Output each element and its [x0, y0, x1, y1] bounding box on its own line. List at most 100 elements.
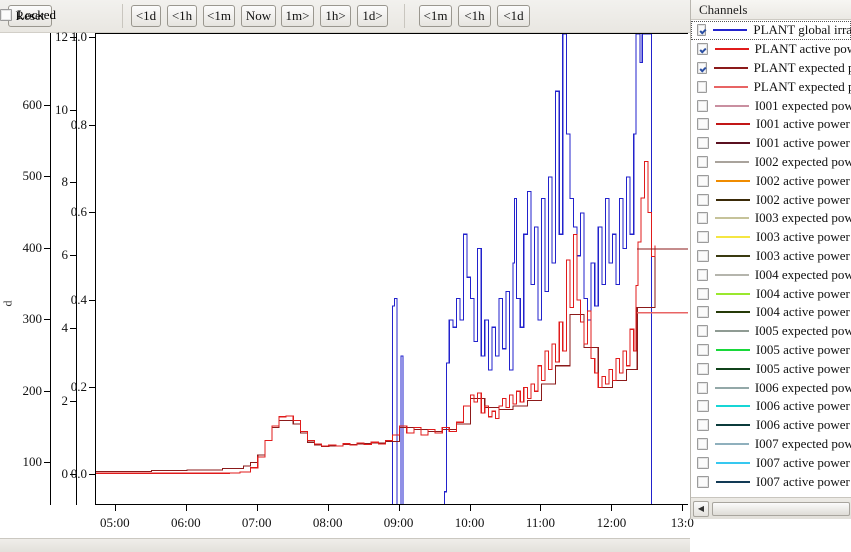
nav-back-1h-button[interactable]: <1h — [167, 5, 197, 27]
channel-checkbox[interactable] — [697, 456, 709, 469]
channels-horizontal-scrollbar[interactable]: ◀ — [691, 497, 851, 519]
zoom-out-1d-button[interactable]: <1d — [497, 5, 530, 27]
channel-row[interactable]: PLANT expected power — [691, 77, 851, 96]
channel-label: I001 active power — [756, 116, 850, 132]
y-tick — [70, 182, 76, 183]
zoom-out-1m-button[interactable]: <1m — [419, 5, 452, 27]
channel-checkbox[interactable] — [697, 118, 709, 131]
plot-frame[interactable] — [95, 33, 688, 505]
channel-color-swatch — [716, 292, 750, 295]
channel-checkbox[interactable] — [697, 231, 709, 244]
channel-checkbox[interactable] — [697, 249, 709, 262]
channel-color-swatch — [716, 123, 750, 126]
channel-row[interactable]: I006 expected power — [691, 378, 851, 397]
channel-label: I004 active power — [756, 285, 850, 301]
channel-checkbox[interactable] — [697, 400, 709, 413]
x-tick — [186, 505, 187, 511]
scrollbar-thumb[interactable] — [712, 501, 850, 516]
y-axis-label: 500 — [22, 168, 43, 184]
channel-label: I002 active power — [756, 191, 850, 207]
channel-checkbox[interactable] — [697, 43, 708, 56]
channel-color-swatch — [714, 217, 749, 220]
y-tick — [70, 401, 76, 402]
channel-checkbox[interactable] — [697, 287, 709, 300]
channel-row[interactable]: I002 expected power — [691, 153, 851, 172]
channel-row[interactable]: I002 active power — [691, 171, 851, 190]
status-bar — [0, 538, 690, 552]
channels-panel[interactable]: Channels PLANT global irradiance PLANT ac… — [690, 0, 851, 519]
channels-list[interactable]: PLANT global irradiance PLANT active powe… — [691, 21, 851, 497]
locked-label: Locked — [17, 7, 56, 22]
chart-area[interactable]: d 600 500 400 300 200 100 12 10 8 6 4 2 0 1.0 0.8 0.6 0.… — [0, 29, 694, 552]
channel-checkbox[interactable] — [697, 343, 709, 356]
channel-row[interactable]: I007 active power — [691, 472, 851, 491]
channel-row[interactable]: I007 active power — [691, 453, 851, 472]
channel-checkbox[interactable] — [697, 212, 708, 225]
y-axis-label: 100 — [22, 454, 43, 470]
nav-fwd-1d-button[interactable]: 1d> — [357, 5, 388, 27]
channel-row[interactable]: I003 expected power — [691, 209, 851, 228]
channel-checkbox[interactable] — [697, 362, 709, 375]
scroll-left-arrow-icon[interactable]: ◀ — [693, 500, 709, 517]
channel-checkbox[interactable] — [697, 155, 708, 168]
channel-row[interactable]: I001 active power — [691, 115, 851, 134]
channel-color-swatch — [713, 29, 748, 32]
channel-row[interactable]: I007 expected power — [691, 435, 851, 454]
channel-row[interactable]: I005 active power — [691, 359, 851, 378]
channel-color-swatch — [716, 311, 750, 314]
channel-checkbox[interactable] — [697, 80, 707, 93]
channel-label: I005 active power — [756, 360, 850, 376]
channel-row[interactable]: PLANT active power — [691, 40, 851, 59]
channel-row[interactable]: I005 active power — [691, 341, 851, 360]
channel-row[interactable]: PLANT global irradiance — [691, 21, 851, 40]
channel-row[interactable]: I006 active power — [691, 416, 851, 435]
channel-label: I007 active power — [756, 454, 850, 470]
channel-checkbox[interactable] — [697, 306, 709, 319]
x-axis-label: 05:00 — [100, 515, 130, 530]
channel-row[interactable]: I005 expected power — [691, 322, 851, 341]
channel-row[interactable]: PLANT expected power — [691, 59, 851, 78]
channel-checkbox[interactable] — [697, 437, 708, 450]
channel-checkbox[interactable] — [697, 24, 707, 37]
channel-checkbox[interactable] — [697, 268, 708, 281]
channel-color-swatch — [716, 198, 750, 201]
channel-row[interactable]: I004 active power — [691, 284, 851, 303]
channel-row[interactable]: I004 expected power — [691, 265, 851, 284]
nav-back-1d-button[interactable]: <1d — [131, 5, 161, 27]
channel-checkbox[interactable] — [697, 61, 707, 74]
channel-row[interactable]: I006 active power — [691, 397, 851, 416]
channel-row[interactable]: I001 expected power — [691, 96, 851, 115]
channel-checkbox[interactable] — [697, 325, 708, 338]
channel-color-swatch — [713, 66, 748, 69]
channel-checkbox[interactable] — [697, 419, 709, 432]
channel-checkbox[interactable] — [697, 475, 709, 488]
channel-row[interactable]: I002 active power — [691, 190, 851, 209]
channel-row[interactable]: I003 active power — [691, 247, 851, 266]
channel-color-swatch — [716, 179, 750, 182]
channel-color-swatch — [714, 330, 749, 333]
channel-row[interactable]: I001 active power — [691, 134, 851, 153]
channel-label: I007 active power — [756, 473, 850, 489]
channel-label: PLANT expected power — [753, 78, 851, 94]
channel-color-swatch — [716, 254, 750, 257]
channel-checkbox[interactable] — [697, 381, 708, 394]
nav-now-button[interactable]: Now — [241, 5, 276, 27]
nav-fwd-1h-button[interactable]: 1h> — [320, 5, 351, 27]
channel-checkbox[interactable] — [697, 193, 709, 206]
locked-checkbox-group[interactable]: Locked — [0, 7, 56, 23]
zoom-out-1h-button[interactable]: <1h — [458, 5, 491, 27]
locked-checkbox[interactable] — [0, 9, 12, 21]
y-axis-label: 0.8 — [70, 116, 87, 132]
x-tick — [115, 505, 116, 511]
channel-row[interactable]: I004 active power — [691, 303, 851, 322]
y-axis-label: 0.4 — [70, 291, 87, 307]
nav-fwd-1m-button[interactable]: 1m> — [281, 5, 314, 27]
x-tick — [328, 505, 329, 511]
y-axis-label: 10 — [55, 101, 68, 117]
nav-back-1m-button[interactable]: <1m — [203, 5, 235, 27]
channel-checkbox[interactable] — [697, 174, 709, 187]
channel-row[interactable]: I003 active power — [691, 228, 851, 247]
y-axis-label: 4 — [61, 320, 69, 336]
channel-checkbox[interactable] — [697, 137, 709, 150]
channel-checkbox[interactable] — [697, 99, 708, 112]
